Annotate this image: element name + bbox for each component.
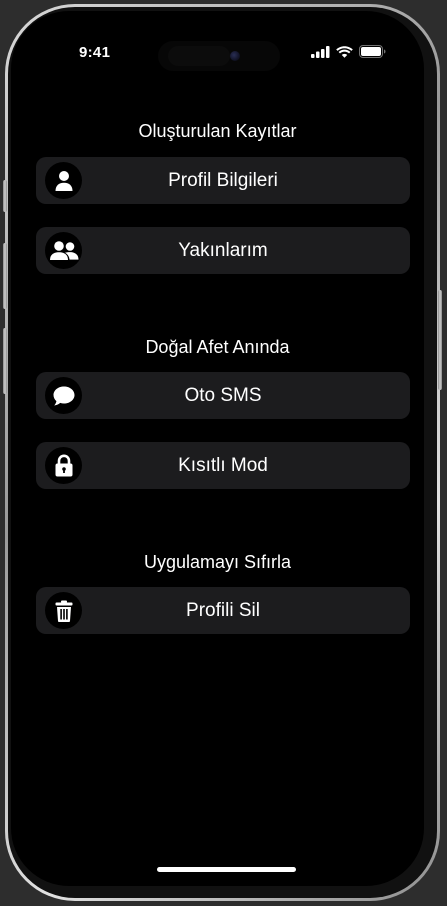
- status-bar: 9:41: [11, 41, 424, 71]
- my-relatives-button[interactable]: Yakınlarım: [36, 227, 410, 274]
- dynamic-island: [158, 41, 280, 71]
- cellular-signal-icon: [311, 45, 330, 58]
- action-button: [3, 180, 7, 212]
- restricted-mode-button[interactable]: Kısıtlı Mod: [36, 442, 410, 489]
- volume-down-button: [3, 328, 7, 394]
- screen: 9:41 Oluşturulan Kayıtlar Profil Bilgile…: [11, 11, 424, 886]
- auto-sms-button[interactable]: Oto SMS: [36, 372, 410, 419]
- wifi-icon: [336, 45, 353, 58]
- status-time: 9:41: [79, 44, 111, 61]
- delete-profile-label: Profili Sil: [186, 600, 260, 621]
- profile-info-button[interactable]: Profil Bilgileri: [36, 157, 410, 204]
- section-title-created-records: Oluşturulan Kayıtlar: [138, 121, 297, 141]
- my-relatives-label: Yakınlarım: [178, 240, 268, 261]
- island-sensor: [168, 46, 230, 66]
- front-camera: [230, 51, 240, 61]
- power-button: [438, 290, 442, 390]
- auto-sms-label: Oto SMS: [184, 385, 262, 406]
- home-indicator[interactable]: [157, 867, 296, 872]
- battery-icon: [359, 45, 386, 58]
- section-title-reset-app: Uygulamayı Sıfırla: [143, 552, 292, 572]
- restricted-mode-label: Kısıtlı Mod: [178, 455, 268, 476]
- delete-profile-button[interactable]: Profili Sil: [36, 587, 410, 634]
- profile-info-label: Profil Bilgileri: [168, 170, 278, 191]
- volume-up-button: [3, 243, 7, 309]
- section-title-disaster-mode: Doğal Afet Anında: [145, 337, 290, 357]
- status-icons: [311, 45, 386, 58]
